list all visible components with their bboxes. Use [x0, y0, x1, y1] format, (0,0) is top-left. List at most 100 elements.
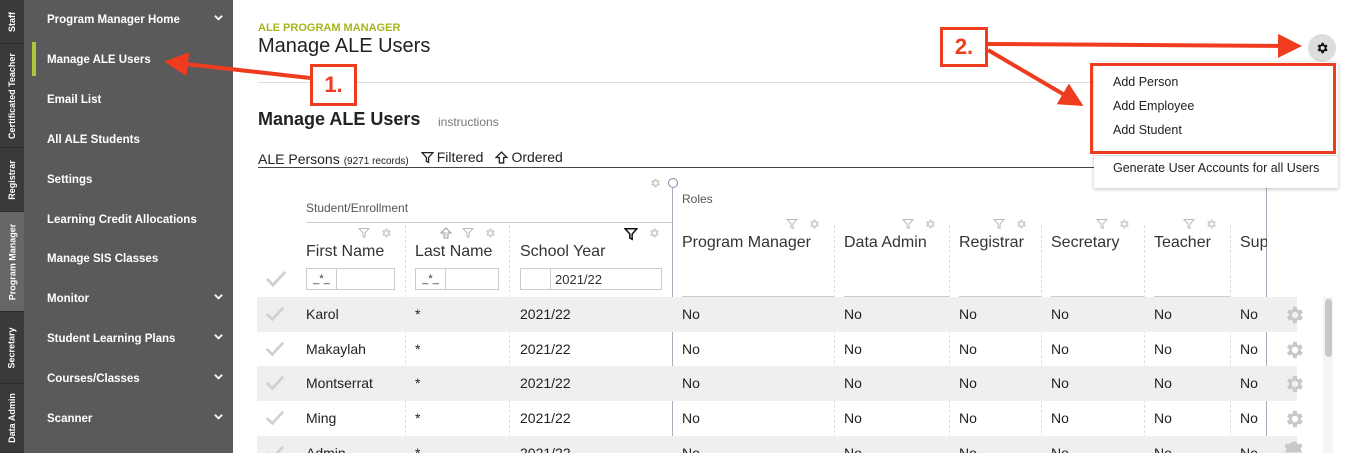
gear-icon[interactable]	[649, 177, 661, 189]
sidebar-item-label: Settings	[47, 174, 93, 186]
cell-data-admin: No	[844, 445, 862, 453]
ordered-toggle[interactable]: Ordered	[495, 149, 563, 165]
col-last-name[interactable]: Last Name	[415, 243, 492, 261]
col-teacher[interactable]: Teacher	[1154, 234, 1211, 252]
sidebar-item-settings[interactable]: Settings	[24, 160, 233, 200]
cell-sup: No	[1240, 306, 1258, 322]
table-row[interactable]: Karol * 2021/22 No No No No No No	[257, 297, 1297, 332]
table-row[interactable]: Makaylah * 2021/22 No No No No No No	[257, 332, 1297, 367]
table-row[interactable]: Ming * 2021/22 No No No No No No	[257, 401, 1297, 436]
filter-mode-selector[interactable]: _*_	[416, 269, 446, 289]
annotation-highlight-box	[1090, 63, 1336, 154]
sidebar-item-courses-classes[interactable]: Courses/Classes	[24, 359, 233, 399]
select-all-checkmark-icon[interactable]	[265, 270, 287, 288]
row-checkmark-icon[interactable]	[265, 444, 285, 453]
cell-program-manager: No	[682, 375, 700, 391]
sidebar-item-label: Student Learning Plans	[47, 333, 176, 345]
cell-sup: No	[1240, 410, 1258, 426]
cell-registrar: No	[959, 410, 977, 426]
cell-program-manager: No	[682, 341, 700, 357]
table-row[interactable]: Montserrat * 2021/22 No No No No No No	[257, 366, 1297, 401]
gear-icon	[1317, 42, 1328, 54]
gear-icon[interactable]	[1205, 218, 1217, 230]
sidebar-item-scanner[interactable]: Scanner	[24, 399, 233, 439]
col-data-admin[interactable]: Data Admin	[844, 234, 927, 252]
column-resize-handle[interactable]	[668, 178, 678, 188]
records-count: (9271 records)	[343, 155, 409, 167]
cell-registrar: No	[959, 341, 977, 357]
cell-program-manager: No	[682, 306, 700, 322]
col-first-name[interactable]: First Name	[306, 243, 384, 261]
sidebar-item-label: Learning Credit Allocations	[47, 214, 197, 226]
sidebar-item-label: Monitor	[47, 293, 90, 305]
filtered-toggle[interactable]: Filtered	[420, 149, 484, 165]
sidebar-item-email-list[interactable]: Email List	[24, 80, 233, 120]
cell-data-admin: No	[844, 410, 862, 426]
row-gear-icon[interactable]	[1283, 339, 1305, 361]
col-registrar[interactable]: Registrar	[959, 234, 1024, 252]
sidebar-item-manage-ale-users[interactable]: Manage ALE Users	[24, 40, 233, 80]
gear-icon[interactable]	[648, 227, 660, 239]
cell-teacher: No	[1154, 375, 1172, 391]
gear-icon[interactable]	[924, 218, 936, 230]
filter-icon[interactable]	[993, 218, 1005, 230]
chevron-down-icon	[214, 334, 223, 340]
vtab-label: Program Manager	[7, 223, 17, 300]
filter-icon[interactable]	[902, 218, 914, 230]
filter-icon[interactable]	[358, 227, 370, 239]
cell-secretary: No	[1051, 341, 1069, 357]
row-checkmark-icon[interactable]	[265, 409, 285, 427]
row-gear-icon[interactable]	[1283, 441, 1305, 453]
col-secretary[interactable]: Secretary	[1051, 234, 1119, 252]
last-name-filter[interactable]: _*_	[415, 268, 499, 290]
sidebar-item-all-ale-students[interactable]: All ALE Students	[24, 120, 233, 160]
filtered-label: Filtered	[436, 149, 484, 165]
filter-icon[interactable]	[1183, 218, 1195, 230]
school-year-filter[interactable]: 2021/22	[520, 268, 662, 290]
cell-secretary: No	[1051, 410, 1069, 426]
col-sup[interactable]: Sup	[1240, 234, 1267, 252]
gear-icon[interactable]	[1015, 218, 1027, 230]
row-gear-icon[interactable]	[1283, 408, 1305, 430]
annotation-step-1: 1.	[310, 64, 357, 106]
gear-icon[interactable]	[484, 227, 496, 239]
first-name-filter[interactable]: _*_	[306, 268, 395, 290]
filter-icon[interactable]	[786, 218, 798, 230]
row-gear-icon[interactable]	[1283, 304, 1305, 326]
row-checkmark-icon[interactable]	[265, 340, 285, 358]
vtab-staff[interactable]: Staff	[0, 0, 24, 44]
gear-icon[interactable]	[1118, 218, 1130, 230]
sidebar-item-program-manager-home[interactable]: Program Manager Home	[24, 0, 233, 40]
row-checkmark-icon[interactable]	[265, 305, 285, 323]
col-program-manager[interactable]: Program Manager	[682, 234, 811, 252]
row-checkmark-icon[interactable]	[265, 374, 285, 392]
sidebar-item-learning-credit-allocations[interactable]: Learning Credit Allocations	[24, 200, 233, 240]
menu-item-generate-user-accounts[interactable]: Generate User Accounts for all Users	[1094, 161, 1338, 175]
settings-gear-button[interactable]	[1308, 34, 1336, 62]
table-row[interactable]: Admin * 2021/22 No No No No No No	[257, 436, 1297, 453]
filter-icon[interactable]	[1096, 218, 1108, 230]
sort-ascending-icon[interactable]: 1	[440, 227, 452, 239]
vtab-certificated-teacher[interactable]: Certificated Teacher	[0, 44, 24, 148]
vtab-secretary[interactable]: Secretary	[0, 312, 24, 384]
filter-mode-selector[interactable]	[521, 269, 551, 289]
row-gear-icon[interactable]	[1283, 373, 1305, 395]
filter-active-icon[interactable]	[624, 227, 638, 241]
col-school-year[interactable]: School Year	[520, 243, 605, 261]
instructions-link[interactable]: instructions	[438, 115, 499, 129]
sidebar-item-manage-sis-classes[interactable]: Manage SIS Classes	[24, 239, 233, 279]
cell-data-admin: No	[844, 375, 862, 391]
vtab-data-admin[interactable]: Data Admin	[0, 384, 24, 453]
vtab-registrar[interactable]: Registrar	[0, 148, 24, 212]
vtab-program-manager[interactable]: Program Manager	[0, 212, 24, 312]
table-scrollbar-thumb[interactable]	[1325, 299, 1332, 357]
cell-school-year: 2021/22	[520, 341, 571, 357]
filter-icon[interactable]	[462, 227, 474, 239]
filter-mode-selector[interactable]: _*_	[307, 269, 337, 289]
sidebar-item-label: Scanner	[47, 413, 93, 425]
gear-icon[interactable]	[808, 218, 820, 230]
cell-program-manager: No	[682, 410, 700, 426]
gear-icon[interactable]	[380, 227, 392, 239]
sidebar-item-student-learning-plans[interactable]: Student Learning Plans	[24, 319, 233, 359]
sidebar-item-monitor[interactable]: Monitor	[24, 279, 233, 319]
